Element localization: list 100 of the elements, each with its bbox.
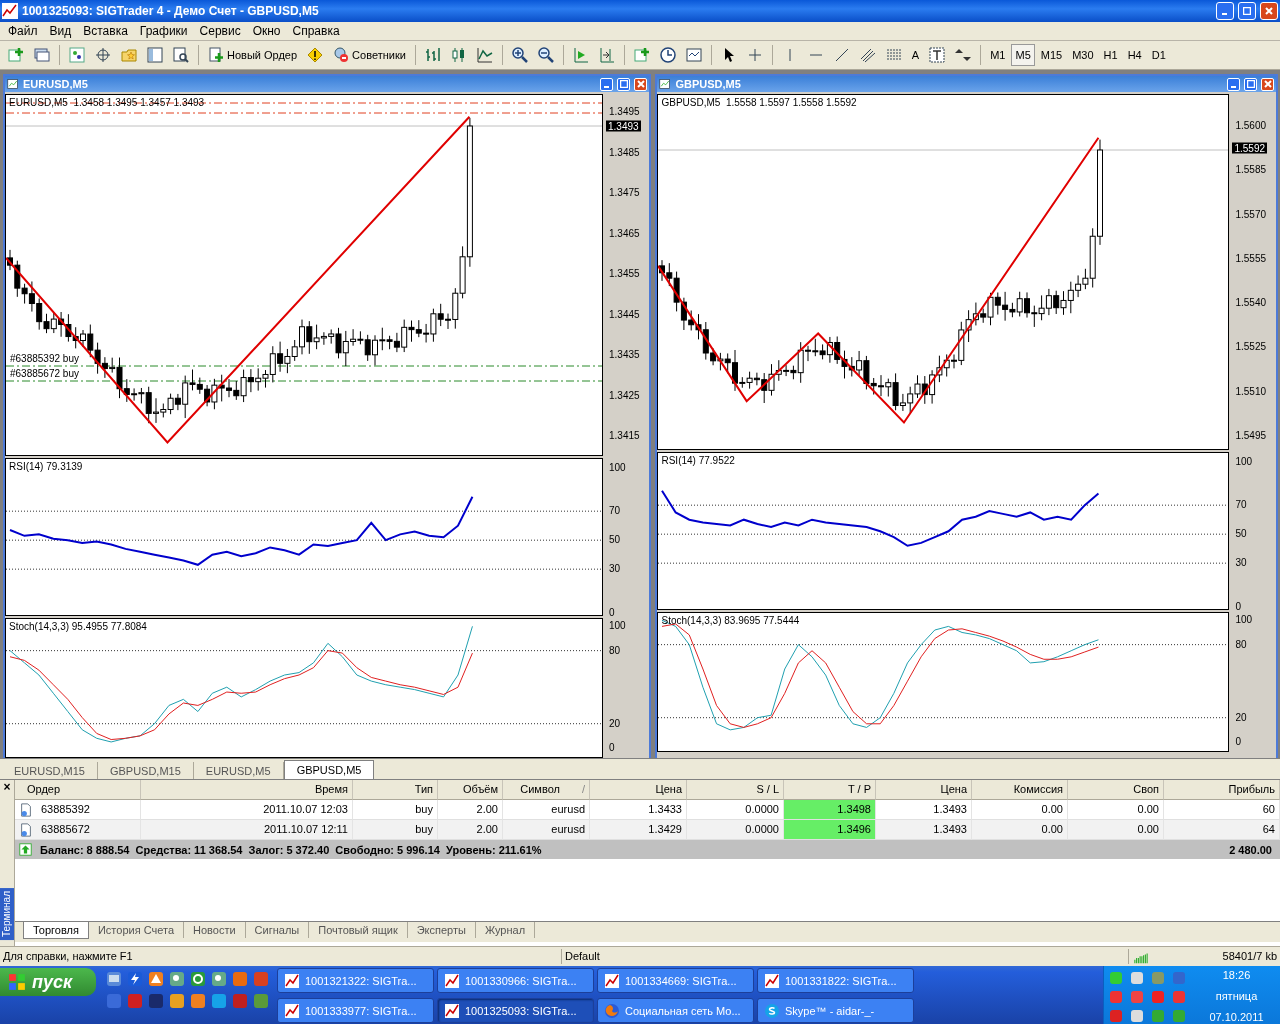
lightning-icon[interactable] [127,971,143,987]
menu-item[interactable]: Справка [286,24,346,38]
taskbar-button[interactable]: 1001334669: SIGTra... [597,968,754,993]
terminal-tab[interactable]: Эксперты [407,922,476,938]
tray-icon[interactable] [1129,1008,1145,1024]
menu-item[interactable]: Вставка [77,24,134,38]
timeframe-button[interactable]: D1 [1147,44,1170,66]
table-cell: 1.3496 [784,820,876,840]
timeframe-button[interactable]: H1 [1099,44,1122,66]
taskbar-button[interactable]: 1001321322: SIGTra... [277,968,434,993]
column-header[interactable]: Прибыль [1164,780,1280,800]
table-cell: 1.3429 [590,820,687,840]
timeframe-button[interactable]: M30 [1068,44,1098,66]
terminal-tab[interactable]: Почтовый ящик [309,922,408,938]
maximize-icon [1246,80,1255,88]
table-cell: 1.3498 [784,800,876,820]
menu-item[interactable]: Сервис [193,24,247,38]
close-icon [1265,7,1273,15]
desktop-icon[interactable] [106,971,122,987]
terminal-tab[interactable]: Журнал [475,922,536,938]
column-header[interactable]: Объём [438,780,503,800]
indicator-axis-label: 70 [1235,498,1247,510]
taskbar-button[interactable]: 1001330966: SIGTra... [437,968,594,993]
terminal-tab[interactable]: Новости [184,922,246,938]
price-axis-label: 1.3415 [609,429,640,441]
minimize-button[interactable] [1216,2,1234,20]
taskbar-button[interactable]: 1001333977: SIGTra... [277,998,434,1023]
text-tool-button[interactable]: A [907,44,924,66]
terminal-tab[interactable]: История Счета [88,922,184,938]
price-axis-label: 1.5555 [1235,252,1267,264]
new-order-button[interactable]: Новый Ордер [204,44,302,66]
close-button[interactable] [1261,77,1274,91]
chart-line-icon [284,1002,300,1019]
order-line-label: #63885392 buy [10,353,79,364]
clock-date: 07.10.2011 [1209,1011,1264,1023]
maximize-button[interactable] [617,77,631,91]
price-axis-label: 1.5510 [1235,385,1267,397]
price-axis-label: 1.3455 [609,267,640,279]
order-line-label: #63885672 buy [10,368,79,379]
close-button[interactable] [634,77,648,91]
terminal-side-tab[interactable]: Терминал [0,887,14,940]
column-header[interactable]: Символ / [503,780,590,800]
balance-arrow-icon [19,843,32,856]
timeframe-button[interactable]: M1 [986,44,1010,66]
price-axis-label: 1.3485 [609,146,640,157]
indicator-header: Stoch(14,3,3) 83.9695 77.5444 [661,615,800,626]
chart-window-icon [659,78,672,90]
maximize-button[interactable] [1238,2,1256,20]
price-axis-label: 1.5525 [1235,340,1267,352]
column-header[interactable]: Цена [876,780,972,800]
indicator-axis-label: 0 [609,606,615,618]
column-header[interactable]: Время [141,780,353,800]
windows-logo-icon [8,973,26,991]
terminal-tab[interactable]: Торговля [23,922,89,939]
chart-window-title: GBPUSD,M5 [675,78,742,90]
taskbar-button[interactable]: 1001331822: SIGTra... [757,968,914,993]
timeframe-button[interactable]: M5 [1011,44,1035,66]
menu-item[interactable]: Вид [43,24,78,38]
taskbar-button[interactable]: Социальная сеть Мо... [597,998,754,1023]
taskbar-button[interactable]: Skype™ - aidar-_- [757,998,914,1023]
price-axis-label: 1.3495 [609,105,640,117]
taskbar-button[interactable]: 1001325093: SIGTra... [437,998,594,1023]
table-cell: 1.3493 [876,820,972,840]
column-header[interactable]: Ордер [15,780,141,800]
price-axis-label: 1.5600 [1235,119,1267,131]
minimize-button[interactable] [600,77,614,91]
menu-item[interactable]: Окно [246,24,287,38]
menu-item[interactable]: Графики [133,24,194,38]
indicator-axis-label: 100 [609,461,626,473]
order-document-icon [19,822,33,837]
column-header[interactable]: Тип [353,780,438,800]
close-button[interactable] [1260,2,1278,20]
timeframe-button[interactable]: M15 [1036,44,1067,66]
app-chart-icon [2,3,18,19]
chart-line-icon [444,1002,460,1019]
current-price-label: 1.3493 [606,120,641,132]
indicator-axis-label: 70 [609,504,621,516]
column-header[interactable]: Комиссия [972,780,1068,800]
price-axis-label: 1.3445 [609,308,640,319]
indicator-axis-label: 0 [1235,600,1242,612]
close-button[interactable]: × [3,780,11,794]
chart-line-icon [444,972,460,989]
circle-u-icon[interactable] [190,971,206,987]
column-header[interactable]: Цена [590,780,687,800]
price-axis-label: 1.3465 [609,227,640,238]
minimize-button[interactable] [1227,77,1240,91]
indicator-axis-label: 50 [1235,527,1247,539]
price-axis-label: 1.5585 [1235,163,1267,175]
advisors-button[interactable]: Советники [329,44,410,66]
maximize-button[interactable] [1244,77,1257,91]
column-header[interactable]: Своп [1068,780,1164,800]
column-header[interactable]: T / P [784,780,876,800]
chart-tab[interactable]: GBPUSD,M5 [283,760,375,779]
column-header[interactable]: S / L [687,780,784,800]
indicator-header: RSI(14) 77.9522 [661,455,735,466]
terminal-tab[interactable]: Сигналы [245,922,310,938]
maximize-icon [1243,7,1251,15]
tray-icon[interactable] [1129,970,1145,986]
menu-item[interactable]: Файл [2,24,44,38]
timeframe-button[interactable]: H4 [1123,44,1146,66]
